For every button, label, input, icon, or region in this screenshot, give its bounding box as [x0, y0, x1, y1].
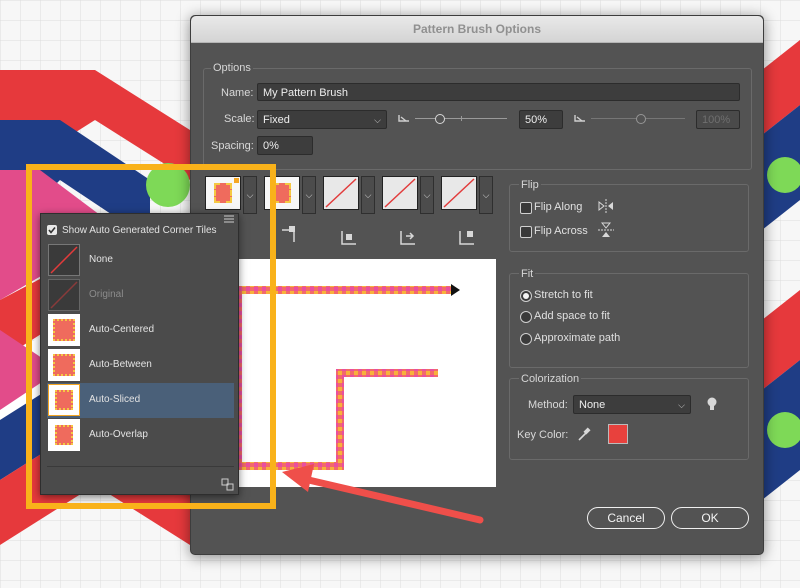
colorization-group-title: Colorization	[519, 373, 582, 385]
fit-stretch-radio[interactable]	[520, 290, 532, 302]
dialog-title: Pattern Brush Options	[191, 16, 763, 43]
chevron-down-icon: ⌵	[302, 176, 316, 214]
chevron-down-icon: ⌵	[678, 400, 685, 410]
fit-approximate-label: Approximate path	[534, 332, 621, 344]
fit-add-space-label: Add space to fit	[534, 310, 610, 322]
spacing-input[interactable]: 0%	[257, 136, 313, 155]
flip-along-icon	[598, 199, 613, 213]
chevron-down-icon: ⌵	[479, 176, 493, 214]
fit-add-space-radio[interactable]	[520, 311, 532, 323]
tile-inner-corner-thumb	[323, 176, 359, 210]
none-slash-icon	[384, 178, 416, 208]
cancel-button[interactable]: Cancel	[587, 507, 665, 529]
inner-corner-tile-icon	[341, 231, 356, 245]
tile-inner-corner[interactable]: ⌵	[323, 176, 375, 214]
flip-along-checkbox[interactable]	[520, 202, 532, 214]
fit-approximate-radio[interactable]	[520, 333, 532, 345]
flip-across-label: Flip Across	[534, 225, 588, 237]
colorization-group	[509, 378, 749, 460]
spacing-label: Spacing:	[211, 140, 254, 152]
tile-end[interactable]: ⌵	[441, 176, 493, 214]
scale-label: Scale:	[224, 113, 255, 125]
options-group-title: Options	[211, 62, 253, 74]
scale-percent-input[interactable]: 50%	[519, 110, 563, 129]
none-slash-icon	[325, 178, 357, 208]
method-dropdown[interactable]: None ⌵	[573, 395, 691, 414]
tips-lightbulb-icon[interactable]	[706, 396, 718, 412]
scale-min-icon	[398, 115, 409, 122]
name-label: Name:	[221, 87, 254, 99]
eyedropper-icon[interactable]	[577, 426, 591, 442]
key-color-label: Key Color:	[517, 429, 569, 441]
name-input[interactable]: My Pattern Brush	[257, 83, 740, 101]
scale-max-icon	[574, 115, 585, 122]
scale-dropdown[interactable]: Fixed ⌵	[257, 110, 387, 129]
tile-start-thumb	[382, 176, 418, 210]
scale-slider[interactable]	[415, 114, 507, 124]
scale-max-slider[interactable]	[591, 114, 685, 124]
flip-along-label: Flip Along	[534, 201, 583, 213]
scale-max-input[interactable]: 100%	[696, 110, 740, 129]
scale-dropdown-value: Fixed	[263, 114, 290, 126]
tile-end-thumb	[441, 176, 477, 210]
method-dropdown-value: None	[579, 399, 606, 411]
tile-start[interactable]: ⌵	[382, 176, 434, 214]
flip-across-checkbox[interactable]	[520, 226, 532, 238]
fit-stretch-label: Stretch to fit	[534, 289, 593, 301]
annotation-arrow-icon	[282, 464, 484, 524]
chevron-down-icon: ⌵	[374, 115, 381, 125]
end-tile-icon	[459, 231, 474, 245]
annotation-highlight-box	[26, 164, 276, 509]
chevron-down-icon: ⌵	[420, 176, 434, 214]
outer-corner-tile-icon	[282, 226, 295, 242]
flip-across-icon	[598, 222, 614, 237]
flip-group-title: Flip	[519, 179, 541, 191]
method-label: Method:	[528, 399, 568, 411]
flip-group	[509, 184, 749, 252]
none-slash-icon	[443, 178, 475, 208]
start-tile-icon	[400, 231, 415, 245]
fit-group-title: Fit	[519, 268, 536, 280]
chevron-down-icon: ⌵	[361, 176, 375, 214]
ok-button[interactable]: OK	[671, 507, 749, 529]
key-color-swatch[interactable]	[608, 424, 628, 444]
